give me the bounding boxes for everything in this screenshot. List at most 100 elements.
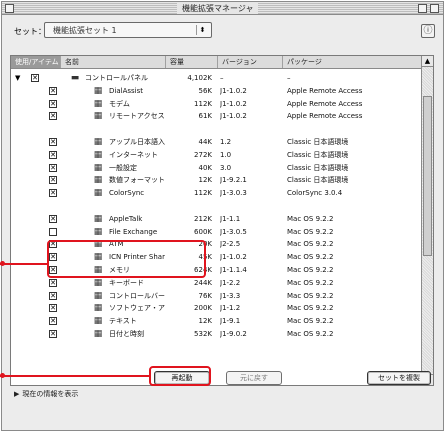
table-row[interactable]: ▦ アップル日本語入力プログラム 44K 1.2 Classic 日本語環境 [11, 136, 422, 148]
cell-size: 600K [194, 227, 212, 236]
column-header-version[interactable]: バージョン [218, 56, 283, 68]
cell-package: Classic 日本語環境 [287, 150, 349, 159]
cell-name: モデム [109, 99, 130, 108]
table-row[interactable]: ▦ コントロールバー 76K J1-3.3 Mac OS 9.2.2 [11, 290, 422, 302]
extensions-list: 使用/アイテム 名前 容量 バージョン パッケージ ▼ ▬ コントロールパネル 4,1… [10, 55, 434, 386]
cell-package: Mac OS 9.2.2 [287, 291, 334, 300]
cell-version: 1.2 [220, 138, 232, 146]
cell-name: リモートアクセス [109, 112, 165, 121]
folder-icon: ▬ [70, 73, 80, 83]
control-panel-icon: ▦ [93, 137, 103, 147]
enable-checkbox[interactable] [49, 112, 57, 121]
table-row[interactable]: ▦ 数値フォーマット 12K J1-9.2.1 Classic 日本語環境 [11, 174, 422, 186]
table-row[interactable]: ▦ DialAssist 56K J1-1.0.2 Apple Remote Acces… [11, 85, 422, 97]
cell-size: 61K [198, 112, 213, 121]
set-popup-menu[interactable]: 機能拡張セット 1 ⬍ [44, 22, 212, 38]
callout-line-1 [0, 263, 49, 265]
cell-version: J1-3.3 [220, 291, 241, 300]
enable-checkbox[interactable] [49, 176, 57, 185]
cell-version: J1-1.0.2 [220, 86, 247, 95]
cell-size: 112K [194, 99, 212, 108]
enable-checkbox[interactable] [49, 227, 57, 236]
cell-package: Classic 日本語環境 [287, 138, 349, 146]
show-info-toggle[interactable]: ▶ 現在の情報を表示 [14, 389, 78, 399]
enable-checkbox[interactable] [49, 150, 57, 159]
zoom-box[interactable] [418, 4, 427, 13]
scroll-up-arrow-icon[interactable]: ▲ [422, 56, 433, 67]
enable-checkbox[interactable] [49, 317, 57, 326]
cell-package: Classic 日本語環境 [287, 163, 349, 172]
enable-checkbox[interactable] [49, 330, 57, 338]
cell-size: 212K [194, 214, 212, 223]
control-panel-icon: ▦ [93, 329, 103, 339]
cell-version: J1-1.1.4 [220, 266, 247, 274]
table-row[interactable]: ▦ ソフトウェア・アップデート 200K J1-1.2 Mac OS 9.2.2 [11, 302, 422, 314]
cell-package: Mac OS 9.2.2 [287, 317, 334, 326]
scroll-thumb[interactable] [423, 96, 432, 256]
enable-checkbox[interactable] [49, 278, 57, 287]
disclosure-triangle-icon[interactable]: ▼ [15, 72, 20, 84]
disclosure-triangle-icon: ▶ [14, 390, 20, 398]
table-row[interactable]: ▦ モデム 112K J1-1.0.2 Apple Remote Access [11, 98, 422, 110]
enable-checkbox[interactable] [49, 291, 57, 300]
title-bar[interactable]: 機能拡張マネージャ [2, 2, 443, 15]
table-row[interactable]: ▦ インターネット 272K 1.0 Classic 日本語環境 [11, 149, 422, 161]
column-header-name[interactable]: 名前 [61, 56, 166, 68]
cell-name: DialAssist [109, 86, 143, 95]
cell-name: アップル日本語入力プログラム [109, 138, 165, 146]
table-row[interactable]: ▦ キーボード 244K J1-2.2 Mac OS 9.2.2 [11, 277, 422, 289]
cell-version: 3.0 [220, 163, 232, 172]
table-row[interactable]: ▦ 日付と時刻 532K J1-9.0.2 Mac OS 9.2.2 [11, 328, 422, 340]
control-panel-icon: ▦ [93, 213, 103, 224]
cell-size: 44K [198, 138, 213, 146]
list-rows: ▼▬コントロールパネル4,102K––▦DialAssist56KJ1-1.0.… [11, 69, 422, 385]
undo-button[interactable]: 元に戻す [226, 371, 282, 385]
table-row[interactable]: ▦ AppleTalk 212K J1-1.1 Mac OS 9.2.2 [11, 213, 422, 225]
cell-version: J1-3.0.5 [220, 227, 247, 236]
list-header: 使用/アイテム 名前 容量 バージョン パッケージ [11, 56, 422, 69]
column-header-size[interactable]: 容量 [166, 56, 218, 68]
enable-checkbox[interactable] [49, 214, 57, 223]
cell-package: Apple Remote Access [287, 99, 363, 108]
table-row[interactable]: ▦ テキスト 12K J1-9.1 Mac OS 9.2.2 [11, 315, 422, 327]
enable-checkbox[interactable] [49, 86, 57, 95]
enable-checkbox[interactable] [49, 189, 57, 198]
vertical-scrollbar[interactable]: ▲ ▼ [421, 56, 433, 385]
cell-package: Mac OS 9.2.2 [287, 253, 334, 262]
set-label: セット： [14, 27, 46, 36]
cell-size: 76K [198, 291, 213, 300]
table-row[interactable]: ▦ ColorSync 112K J1-3.0.3 ColorSync 3.0.4 [11, 187, 422, 199]
control-panel-icon: ▦ [93, 111, 103, 122]
info-icon[interactable]: ⓘ [421, 24, 435, 38]
cell-package: Mac OS 9.2.2 [287, 266, 334, 274]
table-row[interactable]: ▦ 一般設定 40K 3.0 Classic 日本語環境 [11, 162, 422, 174]
column-header-package[interactable]: パッケージ [283, 56, 422, 68]
cell-package: Mac OS 9.2.2 [287, 304, 334, 313]
control-panel-icon: ▦ [93, 277, 103, 288]
enable-checkbox[interactable] [49, 138, 57, 146]
callout-dot-2 [0, 373, 5, 378]
callout-dot-1 [0, 261, 5, 266]
table-row[interactable]: ▦ File Exchange 600K J1-3.0.5 Mac OS 9.2.2 [11, 226, 422, 238]
cell-name: コントロールバー [109, 291, 165, 300]
enable-checkbox[interactable] [49, 99, 57, 108]
cell-size: 40K [198, 163, 213, 172]
close-box[interactable] [5, 4, 14, 13]
enable-checkbox[interactable] [49, 163, 57, 172]
cell-size: 56K [198, 86, 213, 95]
enable-checkbox[interactable] [49, 304, 57, 313]
control-panel-icon: ▦ [93, 175, 103, 186]
cell-version: J1-1.0.2 [220, 253, 247, 262]
column-header-on[interactable]: 使用/アイテム [11, 56, 61, 68]
cell-version: J1-9.2.1 [220, 176, 247, 185]
folder-row[interactable]: ▼▬コントロールパネル4,102K–– [11, 72, 422, 84]
cell-name: 一般設定 [109, 163, 137, 172]
cell-name: File Exchange [109, 227, 158, 236]
cell-size: 272K [194, 150, 212, 159]
enable-checkbox[interactable] [31, 74, 39, 82]
cell-package: Mac OS 9.2.2 [287, 214, 334, 223]
table-row[interactable]: ▦ リモートアクセス 61K J1-1.0.2 Apple Remote Access [11, 110, 422, 122]
collapse-box[interactable] [430, 4, 439, 13]
duplicate-set-button[interactable]: セットを複製 [367, 371, 431, 385]
control-panel-icon: ▦ [93, 226, 103, 237]
